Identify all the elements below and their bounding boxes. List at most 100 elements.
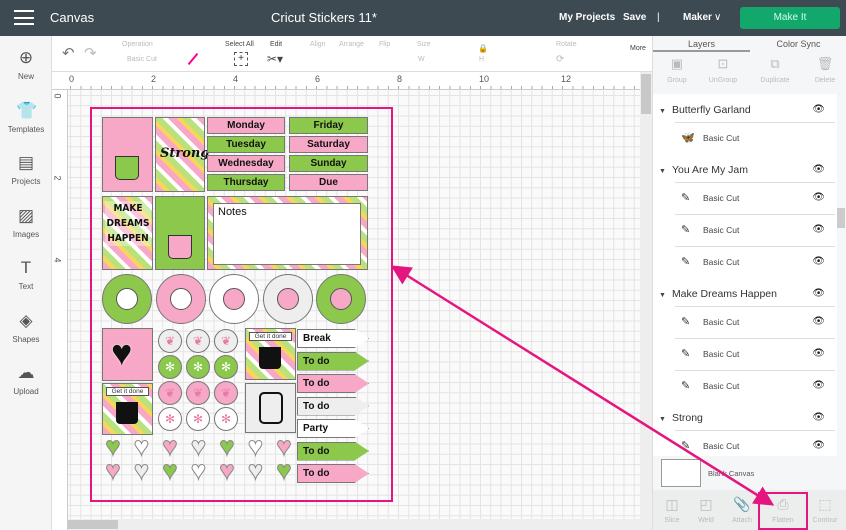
layer-operation-label: Basic Cut — [703, 257, 740, 267]
ungroup-button[interactable]: ⊡ UnGroup — [699, 56, 747, 84]
sidebar-item-new[interactable]: ⊕ New — [0, 48, 52, 81]
small-round-sticker: ❦ — [186, 381, 210, 405]
heart-sticker: ♥ — [219, 431, 235, 461]
layer-thumbnail-icon: ✎ — [681, 440, 691, 452]
chevron-down-icon[interactable]: ∨ — [714, 12, 721, 23]
more-button[interactable]: More — [630, 45, 646, 52]
my-projects-link[interactable]: My Projects — [559, 12, 615, 23]
flip-button[interactable]: Flip — [379, 41, 390, 48]
heart-sticker: ♥ — [133, 455, 150, 485]
contour-button[interactable]: ⬚ Contour — [806, 496, 844, 524]
sidebar-item-label: Text — [18, 282, 34, 291]
select-all-button[interactable]: Select All — [225, 41, 254, 48]
day-label-sticker: Wednesday — [207, 155, 285, 172]
eye-icon[interactable]: 👁 — [812, 316, 825, 327]
group-button[interactable]: ▣ Group — [653, 56, 701, 84]
layer-group-butterfly-garland[interactable]: ▼ Butterfly Garland 👁 — [659, 100, 835, 120]
eye-icon[interactable]: 👁 — [812, 256, 825, 267]
small-round-sticker: ✻ — [186, 355, 210, 379]
tab-color-sync[interactable]: Color Sync — [750, 36, 846, 52]
redo-icon[interactable]: ↷ — [84, 44, 97, 62]
slice-button[interactable]: ◫ Slice — [653, 496, 691, 524]
sidebar-item-images[interactable]: ▨ Images — [0, 206, 52, 239]
width-input[interactable]: W — [418, 56, 425, 63]
layer-group-name: You Are My Jam — [671, 164, 749, 176]
height-input[interactable]: H — [479, 56, 484, 63]
align-button[interactable]: Align — [310, 41, 326, 48]
ruler-tick-label: 2 — [52, 175, 63, 181]
sidebar-item-upload[interactable]: ☁ Upload — [0, 363, 52, 396]
vertical-scrollbar[interactable] — [640, 72, 652, 530]
eye-icon[interactable]: 👁 — [812, 224, 825, 235]
layer-group-make-dreams-happen[interactable]: ▼ Make Dreams Happen 👁 — [659, 284, 835, 304]
layers-scrollbar[interactable] — [837, 208, 845, 228]
select-all-icon[interactable]: + — [234, 52, 248, 66]
day-label-sticker: Saturday — [289, 136, 368, 153]
save-link[interactable]: Save — [623, 12, 646, 23]
heart-sticker: ♥ — [190, 455, 207, 485]
toolbar: ↶ ↷ Operation Basic Cut Select All + Edi… — [52, 36, 652, 72]
layer-row[interactable]: ✎ Basic Cut 👁 — [675, 306, 835, 338]
machine-select[interactable]: Maker — [683, 12, 712, 23]
small-round-sticker: ❦ — [214, 329, 238, 353]
sidebar-item-label: Templates — [7, 124, 45, 134]
layer-row[interactable]: ✎ Basic Cut 👁 — [675, 246, 835, 278]
arrange-button[interactable]: Arrange — [339, 41, 364, 48]
new-icon: ⊕ — [18, 48, 34, 67]
sidebar-item-projects[interactable]: ▤ Projects — [0, 153, 52, 186]
layer-operation-label: Basic Cut — [703, 317, 740, 327]
flower-icon — [330, 288, 352, 310]
eye-icon[interactable]: 👁 — [812, 348, 825, 359]
caret-down-icon[interactable]: ▼ — [659, 292, 666, 299]
hamburger-menu-icon[interactable] — [14, 10, 34, 25]
delete-button[interactable]: 🗑 Delete — [801, 56, 846, 84]
duplicate-button[interactable]: ⧉ Duplicate — [751, 56, 799, 84]
eye-icon[interactable]: 👁 — [812, 192, 825, 203]
rotate-input[interactable]: ⟳ — [556, 54, 564, 65]
caret-down-icon[interactable]: ▼ — [659, 416, 666, 423]
layer-row[interactable]: 🦋 Basic Cut — [675, 122, 835, 154]
lock-icon[interactable]: 🔒 — [478, 44, 488, 53]
layer-row[interactable]: ✎ Basic Cut 👁 — [675, 214, 835, 246]
undo-icon[interactable]: ↶ — [62, 44, 75, 62]
caret-down-icon[interactable]: ▼ — [659, 108, 666, 115]
operation-select[interactable]: Basic Cut — [127, 56, 157, 63]
day-label-sticker: Thursday — [207, 174, 285, 191]
edit-button[interactable]: Edit — [270, 41, 282, 48]
ruler-tick-label: 0 — [69, 74, 75, 84]
layer-group-strong[interactable]: ▼ Strong 👁 — [659, 408, 835, 428]
layer-row[interactable]: ✎ Basic Cut 👁 — [675, 338, 835, 370]
eye-icon[interactable]: 👁 — [812, 160, 825, 180]
pen-color-icon[interactable] — [187, 52, 199, 66]
flower-icon — [116, 288, 138, 310]
blank-canvas-swatch[interactable] — [661, 459, 701, 487]
left-ruler: 0 2 4 — [52, 90, 68, 530]
heart-sticker: ♥ — [133, 431, 150, 461]
attach-button[interactable]: 📎 Attach — [723, 496, 761, 524]
tab-layers[interactable]: Layers — [653, 36, 750, 52]
layer-row[interactable]: ✎ Basic Cut 👁 — [675, 370, 835, 402]
eye-icon[interactable]: 👁 — [812, 440, 825, 451]
caret-down-icon[interactable]: ▼ — [659, 168, 666, 175]
eye-icon[interactable]: 👁 — [812, 380, 825, 391]
sidebar-item-shapes[interactable]: ◈ Shapes — [0, 311, 52, 344]
sidebar-item-text[interactable]: T Text — [0, 258, 52, 291]
jar-sticker — [245, 383, 296, 433]
text-icon: T — [20, 258, 32, 277]
layer-row[interactable]: ✎ Basic Cut 👁 — [675, 182, 835, 214]
flatten-highlight-box — [758, 492, 808, 530]
horizontal-scrollbar[interactable] — [68, 519, 640, 530]
layer-thumbnail-icon: ✎ — [681, 192, 691, 204]
shapes-icon: ◈ — [19, 310, 33, 330]
make-it-button[interactable]: Make It — [740, 7, 840, 29]
eye-icon[interactable]: 👁 — [812, 100, 825, 120]
templates-icon: 👕 — [16, 100, 38, 120]
eye-icon[interactable]: 👁 — [812, 284, 825, 304]
sidebar-item-templates[interactable]: 👕 Templates — [0, 101, 52, 134]
eye-icon[interactable]: 👁 — [812, 408, 825, 428]
weld-button[interactable]: ◰ Weld — [687, 496, 725, 524]
layer-group-you-are-my-jam[interactable]: ▼ You Are My Jam 👁 — [659, 160, 835, 180]
layer-row[interactable]: ✎ Basic Cut 👁 — [675, 430, 835, 462]
scissors-icon[interactable]: ✂▾ — [267, 52, 283, 66]
app-title: Canvas — [50, 10, 95, 25]
